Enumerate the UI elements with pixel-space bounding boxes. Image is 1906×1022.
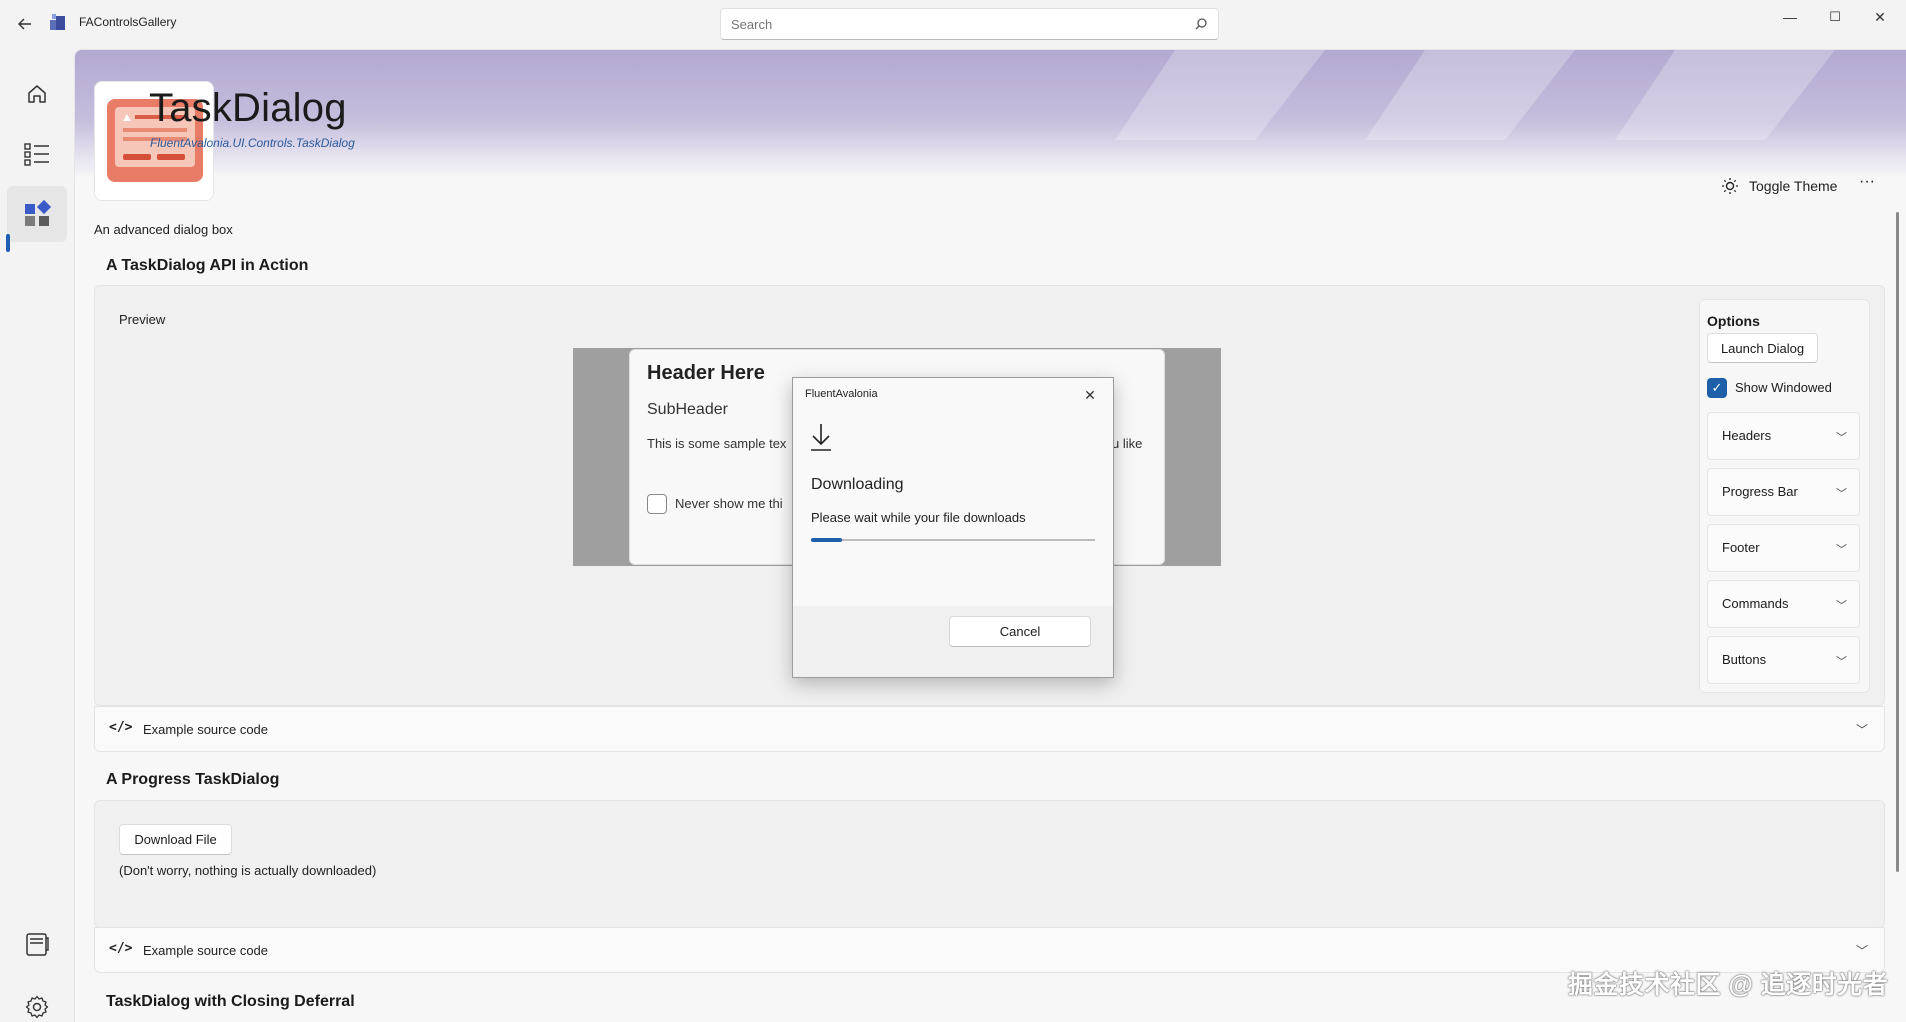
app-title: FAControlsGallery — [79, 15, 177, 29]
options-title: Options — [1707, 313, 1760, 329]
show-windowed-label: Show Windowed — [1735, 380, 1832, 395]
more-options-button[interactable]: ··· — [1852, 167, 1882, 197]
section-title: A Progress TaskDialog — [106, 771, 280, 788]
expander-label: Progress Bar — [1722, 484, 1798, 499]
expander-label: Footer — [1722, 540, 1760, 555]
app-icon — [48, 12, 68, 32]
sun-icon — [1722, 178, 1738, 194]
dialog-window-title: FluentAvalonia — [805, 388, 878, 400]
expander-footer[interactable]: Footer ﹀ — [1707, 524, 1860, 572]
expander-commands[interactable]: Commands ﹀ — [1707, 580, 1860, 628]
progress-task-dialog: FluentAvalonia ✕ Downloading Please wait… — [792, 377, 1114, 678]
dialog-heading: Downloading — [811, 476, 904, 493]
code-icon: </> — [109, 941, 133, 956]
chevron-down-icon: ﹀ — [1836, 488, 1847, 500]
chevron-down-icon: ﹀ — [1836, 432, 1847, 444]
download-icon — [811, 424, 831, 451]
home-icon — [28, 85, 46, 103]
expander-label: Buttons — [1722, 652, 1767, 667]
navigation-pane — [0, 49, 74, 1022]
search-box[interactable] — [720, 8, 1219, 40]
never-show-checkbox[interactable] — [647, 494, 667, 514]
nav-item-home[interactable] — [7, 66, 67, 122]
download-note: (Don't worry, nothing is actually downlo… — [119, 863, 377, 878]
gear-icon — [25, 995, 49, 1019]
title-bar: FAControlsGallery — ☐ ✕ — [0, 0, 1906, 49]
download-file-button[interactable]: Download File — [119, 824, 232, 855]
header-banner — [75, 50, 1906, 178]
nav-item-settings[interactable] — [7, 979, 67, 1022]
dialog-content-text-end: u like — [1112, 436, 1143, 451]
progress-bar-fill — [811, 538, 843, 542]
show-windowed-checkbox[interactable]: ✓ — [1707, 378, 1727, 398]
book-icon — [26, 933, 49, 956]
code-icon: </> — [109, 720, 133, 735]
nav-item-list[interactable] — [7, 126, 67, 182]
nav-selection-indicator — [6, 234, 10, 252]
expander-buttons[interactable]: Buttons ﹀ — [1707, 636, 1860, 684]
chevron-down-icon: ﹀ — [1855, 944, 1868, 958]
arrow-left-icon — [18, 18, 31, 30]
minimize-button[interactable]: — — [1770, 6, 1810, 28]
cancel-button[interactable]: Cancel — [949, 616, 1091, 647]
launch-dialog-button[interactable]: Launch Dialog — [1707, 333, 1818, 363]
maximize-button[interactable]: ☐ — [1815, 6, 1855, 28]
never-show-label: Never show me thi — [675, 496, 783, 511]
chevron-down-icon: ﹀ — [1836, 544, 1847, 556]
controls-icon — [25, 199, 52, 226]
chevron-down-icon: ﹀ — [1836, 656, 1847, 668]
search-input[interactable] — [721, 9, 1161, 39]
nav-item-docs[interactable] — [7, 916, 67, 972]
dialog-close-button[interactable]: ✕ — [1079, 384, 1101, 406]
page-subtitle: FluentAvalonia.UI.Controls.TaskDialog — [150, 136, 355, 150]
dialog-header: Header Here — [647, 362, 765, 384]
preview-label: Preview — [119, 312, 166, 327]
source-code-expander[interactable]: </> Example source code ﹀ — [94, 706, 1885, 752]
progress-bar — [811, 538, 1095, 542]
expander-label: Headers — [1722, 428, 1772, 443]
list-icon — [24, 143, 49, 166]
dialog-title-bar: FluentAvalonia ✕ — [793, 378, 1113, 410]
page-title: TaskDialog — [149, 86, 347, 130]
expander-label: Commands — [1722, 596, 1789, 611]
close-window-button[interactable]: ✕ — [1860, 6, 1900, 28]
dialog-subheader: SubHeader — [647, 401, 728, 418]
dialog-content-text: This is some sample tex — [647, 436, 787, 451]
section-title: TaskDialog with Closing Deferral — [106, 993, 355, 1010]
watermark: 掘金技术社区 @ 追逐时光者 — [1568, 971, 1889, 999]
vertical-scrollbar[interactable] — [1896, 212, 1899, 872]
toggle-theme-label: Toggle Theme — [1749, 178, 1838, 194]
nav-item-controls[interactable] — [7, 186, 67, 242]
section-title: A TaskDialog API in Action — [106, 257, 309, 274]
source-code-label: Example source code — [143, 943, 269, 958]
search-icon[interactable] — [1194, 17, 1208, 31]
source-code-label: Example source code — [143, 722, 269, 737]
page-description: An advanced dialog box — [94, 222, 233, 237]
chevron-down-icon: ﹀ — [1855, 723, 1868, 737]
toggle-theme-button[interactable]: Toggle Theme — [1721, 171, 1837, 201]
dialog-text: Please wait while your file downloads — [811, 510, 1026, 525]
expander-progress-bar[interactable]: Progress Bar ﹀ — [1707, 468, 1860, 516]
back-button[interactable] — [12, 12, 38, 36]
chevron-down-icon: ﹀ — [1836, 600, 1847, 612]
expander-headers[interactable]: Headers ﹀ — [1707, 412, 1860, 460]
